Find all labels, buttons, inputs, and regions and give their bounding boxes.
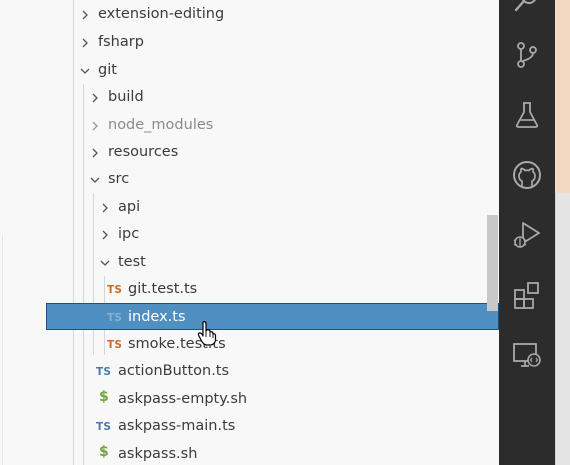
chevron-down-icon: [100, 260, 110, 266]
chevron-down-icon: [90, 177, 100, 183]
panel-edge: [555, 193, 570, 465]
chevron-right-icon: [92, 148, 98, 158]
shell-file-icon: $: [99, 389, 109, 405]
tree-item-label: test: [118, 254, 146, 270]
tree-item-git-test-ts[interactable]: TS git.test.ts: [0, 276, 499, 303]
tree-item-git[interactable]: git: [0, 57, 499, 84]
tree-item-label: askpass-empty.sh: [118, 391, 248, 407]
typescript-file-icon: TS: [107, 312, 123, 324]
tree-item-test[interactable]: test: [0, 249, 499, 276]
typescript-file-icon: TS: [107, 339, 123, 351]
tree-item-build[interactable]: build: [0, 84, 499, 111]
tree-item-action-button-ts[interactable]: TS actionButton.ts: [0, 358, 499, 385]
chevron-right-icon: [102, 203, 108, 213]
typescript-file-icon: TS: [96, 421, 112, 433]
chevron-down-icon: [80, 68, 90, 74]
chevron-right-icon: [82, 38, 88, 48]
tree-item-label: askpass-main.ts: [118, 418, 236, 434]
search-icon[interactable]: [511, 0, 543, 18]
tree-item-src[interactable]: src: [0, 166, 499, 193]
tree-item-node-modules[interactable]: node_modules: [0, 112, 499, 139]
testing-icon[interactable]: [511, 99, 543, 131]
github-icon[interactable]: [511, 159, 543, 191]
shell-file-icon: $: [99, 444, 109, 460]
chevron-right-icon: [92, 93, 98, 103]
tree-item-label: git: [98, 62, 117, 78]
tree-item-label: index.ts: [128, 309, 186, 325]
chevron-right-icon: [82, 10, 88, 20]
tree-item-label: git.test.ts: [128, 281, 198, 297]
tree-item-api[interactable]: api: [0, 194, 499, 221]
source-control-icon[interactable]: [511, 39, 543, 71]
tree-item-smoke-test-ts[interactable]: TS smoke.test.ts: [0, 331, 499, 358]
run-debug-icon[interactable]: [511, 218, 543, 250]
remote-explorer-icon[interactable]: [511, 339, 543, 371]
typescript-file-icon: TS: [107, 284, 123, 296]
tree-item-label: actionButton.ts: [118, 363, 230, 379]
tree-item-index-ts[interactable]: TS index.ts: [46, 303, 499, 330]
tree-item-resources[interactable]: resources: [0, 139, 499, 166]
tree-item-label: extension-editing: [98, 6, 225, 22]
tree-item-askpass-empty-sh[interactable]: $ askpass-empty.sh: [0, 386, 499, 413]
tree-item-label: ipc: [118, 226, 140, 242]
tree-item-label: src: [108, 171, 130, 187]
tree-item-label: api: [118, 199, 141, 215]
explorer-tree: extension-editing fsharp git build node_…: [0, 0, 499, 465]
hand-pointer-icon: [197, 321, 217, 346]
explorer-scrollbar-thumb[interactable]: [487, 215, 498, 311]
tree-item-askpass-sh[interactable]: $ askpass.sh: [0, 441, 499, 465]
chevron-right-icon: [102, 230, 108, 240]
tree-item-fsharp[interactable]: fsharp: [0, 29, 499, 56]
tree-item-label: fsharp: [98, 34, 144, 50]
extensions-icon[interactable]: [511, 280, 543, 312]
tree-item-askpass-main-ts[interactable]: TS askpass-main.ts: [0, 413, 499, 440]
chevron-right-icon: [92, 121, 98, 131]
tree-item-label: askpass.sh: [118, 446, 198, 462]
tree-item-label: resources: [108, 144, 179, 160]
typescript-file-icon: TS: [96, 366, 112, 378]
activity-bar: [499, 0, 555, 465]
tree-item-ipc[interactable]: ipc: [0, 221, 499, 248]
tree-item-label: build: [108, 89, 144, 105]
tree-item-label: node_modules: [108, 117, 214, 133]
tree-item-extension-editing[interactable]: extension-editing: [0, 1, 499, 28]
